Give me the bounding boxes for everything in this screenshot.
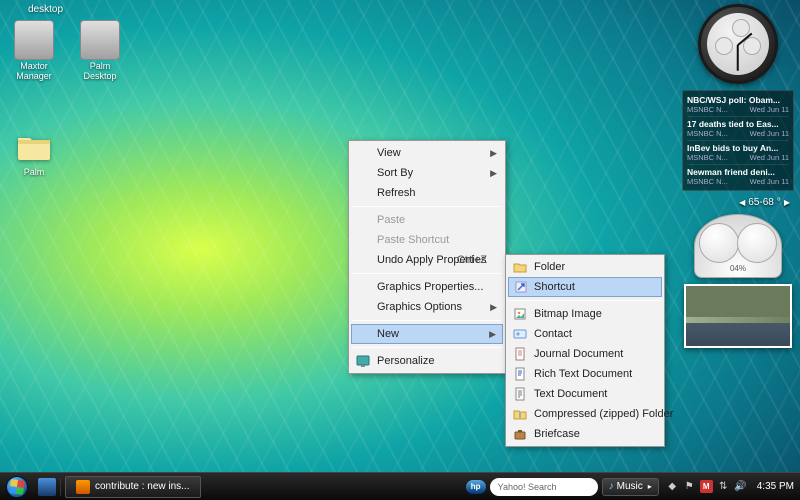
desktop-icons: Maxtor Manager Palm Desktop Palm <box>6 20 128 178</box>
submenu-journal[interactable]: Journal Document <box>508 344 662 364</box>
tray-icon[interactable]: ◆ <box>666 480 679 493</box>
weather-gadget[interactable]: ◀65-68°▶ <box>739 197 790 208</box>
zip-icon <box>512 406 528 422</box>
menu-separator <box>510 300 660 301</box>
cpu-meter-gadget[interactable]: 04% <box>694 214 782 278</box>
journal-icon <box>512 346 528 362</box>
quicklaunch-ie-icon[interactable] <box>38 478 56 496</box>
menu-new[interactable]: New▶ <box>351 324 503 344</box>
taskbar: contribute : new ins... hp Yahoo! Search… <box>0 472 800 500</box>
submenu-contact[interactable]: Contact <box>508 324 662 344</box>
start-button[interactable] <box>0 473 34 500</box>
task-app-icon <box>76 480 90 494</box>
feed-item[interactable]: 17 deaths tied to Eas...MSNBC N...Wed Ju… <box>687 117 789 141</box>
menu-sort-by[interactable]: Sort By▶ <box>351 163 503 183</box>
icon-palm-folder[interactable]: Palm <box>6 126 62 178</box>
submenu-zip[interactable]: Compressed (zipped) Folder <box>508 404 662 424</box>
tray-volume-icon[interactable]: 🔊 <box>734 480 747 493</box>
app-icon <box>80 20 120 60</box>
menu-separator <box>353 273 501 274</box>
menu-graphics-properties[interactable]: Graphics Properties... <box>351 277 503 297</box>
icon-maxtor-manager[interactable]: Maxtor Manager <box>6 20 62 82</box>
desktop[interactable]: desktop Maxtor Manager Palm Desktop Palm… <box>0 0 800 500</box>
taskbar-clock[interactable]: 4:35 PM <box>751 481 800 492</box>
news-feed-gadget[interactable]: NBC/WSJ poll: Obam...MSNBC N...Wed Jun 1… <box>682 90 794 191</box>
gauge-percent: 04% <box>695 264 781 273</box>
clock-gadget[interactable] <box>698 4 778 84</box>
submenu-briefcase[interactable]: Briefcase <box>508 424 662 444</box>
submenu-arrow-icon: ▶ <box>490 148 497 159</box>
submenu-bitmap[interactable]: Bitmap Image <box>508 304 662 324</box>
new-submenu: Folder Shortcut Bitmap Image Contact Jou… <box>505 254 665 447</box>
shortcut-icon <box>513 279 529 295</box>
system-tray: ◆ ⚑ M ⇅ 🔊 <box>662 480 751 493</box>
submenu-rtf[interactable]: Rich Text Document <box>508 364 662 384</box>
submenu-shortcut[interactable]: Shortcut <box>508 277 662 297</box>
briefcase-icon <box>512 426 528 442</box>
menu-paste-shortcut: Paste Shortcut <box>351 230 503 250</box>
windows-orb-icon <box>6 476 28 498</box>
menu-separator <box>353 347 501 348</box>
menu-separator <box>353 206 501 207</box>
submenu-arrow-icon: ▶ <box>489 329 496 340</box>
menu-undo[interactable]: Undo Apply PropertiesCtrl+Z <box>351 250 503 270</box>
menu-paste: Paste <box>351 210 503 230</box>
icon-label: Palm Desktop <box>72 62 128 82</box>
quick-launch <box>34 478 61 496</box>
folder-icon <box>14 126 54 166</box>
taskbar-task-contribute[interactable]: contribute : new ins... <box>65 476 201 498</box>
icon-label: Palm <box>24 168 45 178</box>
submenu-folder[interactable]: Folder <box>508 257 662 277</box>
menu-separator <box>353 320 501 321</box>
personalize-icon <box>355 353 371 369</box>
hp-badge-icon[interactable]: hp <box>466 480 486 494</box>
feed-item[interactable]: InBev bids to buy An...MSNBC N...Wed Jun… <box>687 141 789 165</box>
task-label: contribute : new ins... <box>95 481 190 492</box>
shortcut-label: Ctrl+Z <box>457 254 487 266</box>
submenu-arrow-icon: ▶ <box>490 302 497 313</box>
folder-icon <box>512 259 528 275</box>
sidebar: NBC/WSJ poll: Obam...MSNBC N...Wed Jun 1… <box>680 4 796 348</box>
bitmap-icon <box>512 306 528 322</box>
chevron-left-icon: ◀ <box>739 198 745 207</box>
desktop-context-menu: View▶ Sort By▶ Refresh Paste Paste Short… <box>348 140 506 374</box>
music-note-icon: ♪ <box>609 481 614 492</box>
music-toolbar[interactable]: ♪Music▸ <box>602 478 659 496</box>
chevron-right-icon: ▶ <box>784 198 790 207</box>
menu-graphics-options[interactable]: Graphics Options▶ <box>351 297 503 317</box>
icon-palm-desktop[interactable]: Palm Desktop <box>72 20 128 82</box>
yahoo-search-input[interactable]: Yahoo! Search <box>490 478 598 496</box>
contact-icon <box>512 326 528 342</box>
feed-item[interactable]: Newman friend deni...MSNBC N...Wed Jun 1… <box>687 165 789 188</box>
menu-view[interactable]: View▶ <box>351 143 503 163</box>
text-icon <box>512 386 528 402</box>
menu-refresh[interactable]: Refresh <box>351 183 503 203</box>
tray-network-icon[interactable]: ⇅ <box>717 480 730 493</box>
submenu-text[interactable]: Text Document <box>508 384 662 404</box>
feed-item[interactable]: NBC/WSJ poll: Obam...MSNBC N...Wed Jun 1… <box>687 93 789 117</box>
rtf-icon <box>512 366 528 382</box>
app-icon <box>14 20 54 60</box>
icon-label: Maxtor Manager <box>6 62 62 82</box>
tray-icon[interactable]: ⚑ <box>683 480 696 493</box>
desktop-label: desktop <box>28 4 63 15</box>
submenu-arrow-icon: ▶ <box>490 168 497 179</box>
tray-m-icon[interactable]: M <box>700 480 713 493</box>
slideshow-gadget[interactable] <box>684 284 792 348</box>
menu-personalize[interactable]: Personalize <box>351 351 503 371</box>
